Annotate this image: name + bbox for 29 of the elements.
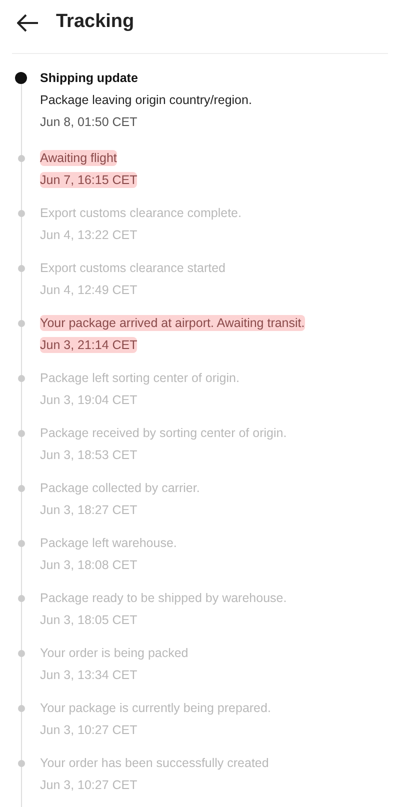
event-time: Jun 4, 12:49 CET xyxy=(40,282,138,298)
event-title: Awaiting flight xyxy=(40,150,117,166)
event-time: Jun 3, 19:04 CET xyxy=(40,392,138,408)
event-time: Jun 3, 21:14 CET xyxy=(40,337,138,353)
event-title: Your order is being packed xyxy=(40,645,188,661)
page-title: Tracking xyxy=(56,10,134,34)
event-title: Shipping update xyxy=(40,70,138,86)
event-time: Jun 3, 13:34 CET xyxy=(40,667,138,683)
event-time: Jun 3, 18:08 CET xyxy=(40,557,138,573)
back-arrow-icon xyxy=(17,14,39,32)
event-title: Package received by sorting center of origin. xyxy=(40,425,287,441)
event-title: Package left warehouse. xyxy=(40,535,177,551)
event-title: Package left sorting center of origin. xyxy=(40,370,240,386)
event-title: Your package arrived at airport. Awaiting transit. xyxy=(40,315,305,331)
event-title: Export customs clearance complete. xyxy=(40,205,242,221)
event-time: Jun 3, 18:27 CET xyxy=(40,502,138,518)
event-time: Jun 3, 10:27 CET xyxy=(40,722,138,738)
event-time: Jun 4, 13:22 CET xyxy=(40,227,138,243)
event-detail: Package leaving origin country/region. xyxy=(40,92,252,108)
event-time: Jun 3, 18:05 CET xyxy=(40,612,138,628)
event-title: Package collected by carrier. xyxy=(40,480,200,496)
event-time: Jun 7, 16:15 CET xyxy=(40,172,138,188)
event-title: Your order has been successfully created xyxy=(40,755,269,771)
event-time: Jun 3, 18:53 CET xyxy=(40,447,138,463)
event-title: Export customs clearance started xyxy=(40,260,226,276)
event-title: Your package is currently being prepared. xyxy=(40,700,271,716)
event-title: Package ready to be shipped by warehouse. xyxy=(40,590,287,606)
event-time: Jun 3, 10:27 CET xyxy=(40,777,138,793)
event-time: Jun 8, 01:50 CET xyxy=(40,114,138,130)
